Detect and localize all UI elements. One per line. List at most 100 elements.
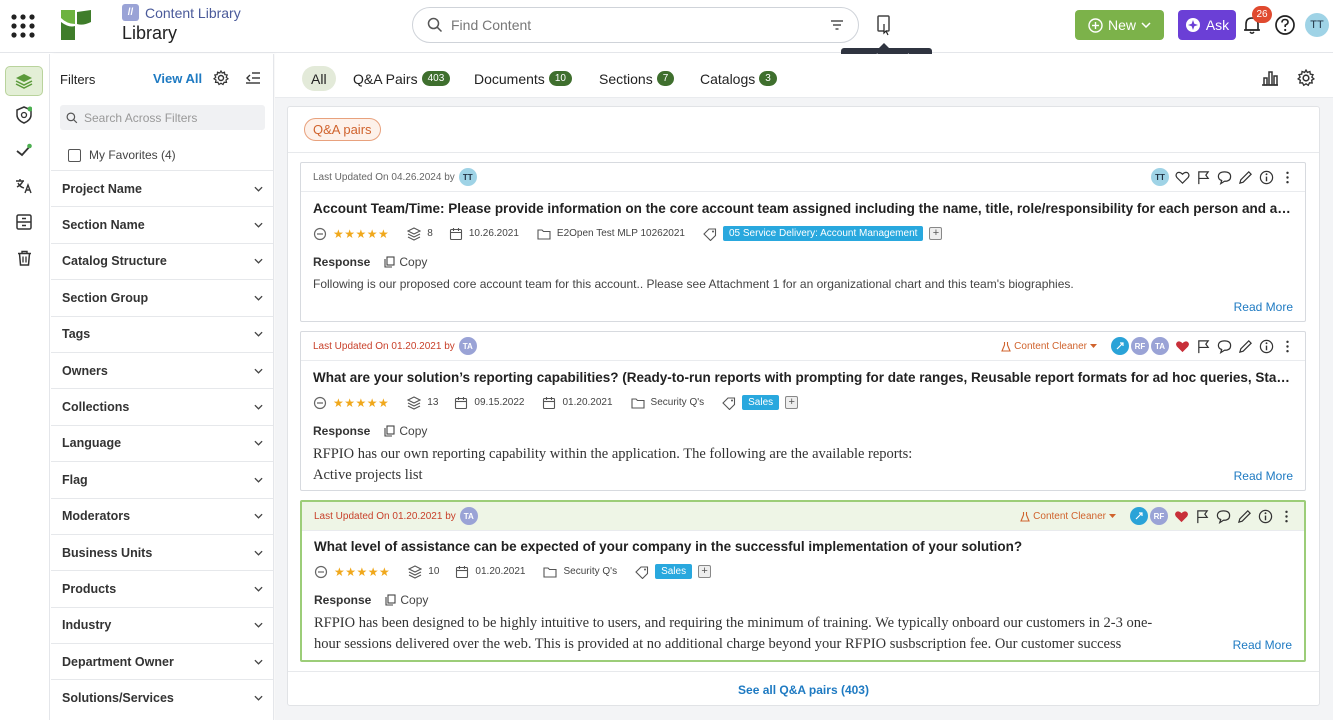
user-avatar[interactable]: TT xyxy=(1305,13,1329,37)
tab-sections[interactable]: Sections 7 xyxy=(599,66,675,91)
search-bar[interactable] xyxy=(412,7,859,43)
avatar[interactable]: TA xyxy=(1151,337,1169,355)
star-rating[interactable]: ★★★★★ xyxy=(334,565,390,579)
heart-icon[interactable] xyxy=(1175,170,1190,185)
minus-circle-icon[interactable] xyxy=(313,227,327,241)
edit-icon[interactable] xyxy=(1237,509,1252,524)
edit-icon[interactable] xyxy=(1238,339,1253,354)
tag-badge[interactable]: 05 Service Delivery: Account Management xyxy=(722,226,924,241)
tag-badge[interactable]: Sales xyxy=(655,564,693,579)
tab-all[interactable]: All xyxy=(302,66,336,91)
filter-products[interactable]: Products xyxy=(51,570,273,606)
filter-owners[interactable]: Owners xyxy=(51,351,273,388)
rail-moderation[interactable] xyxy=(5,100,43,130)
avatar[interactable]: TA xyxy=(458,337,477,355)
read-more-link[interactable]: Read More xyxy=(1234,469,1293,483)
flag-icon[interactable] xyxy=(1196,170,1211,185)
ask-button[interactable]: Ask xyxy=(1178,10,1236,40)
rail-review[interactable] xyxy=(5,135,43,165)
saved-searches-icon[interactable] xyxy=(874,14,894,36)
avatar[interactable]: RF xyxy=(1131,337,1149,355)
qa-card[interactable]: Last Updated On 01.20.2021 by TA Content … xyxy=(300,331,1306,491)
help-icon[interactable] xyxy=(1274,14,1296,36)
filter-icon[interactable] xyxy=(830,19,844,31)
minus-circle-icon[interactable] xyxy=(313,396,327,410)
avatar[interactable]: TA xyxy=(459,507,478,525)
comment-icon[interactable] xyxy=(1216,509,1231,524)
tab-documents[interactable]: Documents 10 xyxy=(474,66,572,91)
tag-badge[interactable]: Sales xyxy=(742,395,780,410)
qa-card[interactable]: Last Updated On 04.26.2024 by TT TT Accou… xyxy=(300,162,1306,322)
workflow-avatar[interactable] xyxy=(1130,507,1148,525)
filter-project-name[interactable]: Project Name xyxy=(51,170,273,206)
question-title[interactable]: What are your solution’s reporting capab… xyxy=(313,370,1293,385)
copy-button[interactable]: Copy xyxy=(384,424,427,438)
heart-filled-icon[interactable] xyxy=(1174,509,1189,524)
checkbox[interactable] xyxy=(68,148,81,162)
rail-archive[interactable] xyxy=(5,207,43,237)
filter-department-owner[interactable]: Department Owner xyxy=(51,643,273,679)
new-button[interactable]: New xyxy=(1075,10,1164,40)
info-icon[interactable] xyxy=(1258,509,1273,524)
copy-button[interactable]: Copy xyxy=(384,255,427,269)
filter-language[interactable]: Language xyxy=(51,424,273,461)
tab-qa-pairs[interactable]: Q&A Pairs 403 xyxy=(353,66,451,91)
edit-icon[interactable] xyxy=(1238,170,1253,185)
content-cleaner-dropdown[interactable]: Content Cleaner xyxy=(1001,341,1097,352)
flag-icon[interactable] xyxy=(1196,339,1211,354)
search-input[interactable] xyxy=(451,17,830,33)
filter-tags[interactable]: Tags xyxy=(51,315,273,352)
read-more-link[interactable]: Read More xyxy=(1234,300,1293,314)
more-icon[interactable] xyxy=(1279,509,1294,524)
filter-business-units[interactable]: Business Units xyxy=(51,533,273,570)
content-cleaner-dropdown[interactable]: Content Cleaner xyxy=(1020,511,1116,522)
add-tag-button[interactable]: + xyxy=(698,565,712,578)
filter-flag[interactable]: Flag xyxy=(51,461,273,497)
filter-search[interactable] xyxy=(60,105,265,130)
rail-translate[interactable] xyxy=(5,171,43,201)
collapse-panel-icon[interactable] xyxy=(245,71,261,85)
read-more-link[interactable]: Read More xyxy=(1233,638,1292,652)
filter-section-group[interactable]: Section Group xyxy=(51,279,273,315)
filter-collections[interactable]: Collections xyxy=(51,388,273,424)
question-title[interactable]: What level of assistance can be expected… xyxy=(314,539,1294,554)
gear-icon[interactable] xyxy=(1297,69,1315,87)
rail-trash[interactable] xyxy=(5,243,43,273)
more-icon[interactable] xyxy=(1280,339,1295,354)
breadcrumb[interactable]: // Content Library xyxy=(122,4,241,21)
filter-catalog-structure[interactable]: Catalog Structure xyxy=(51,242,273,279)
heart-filled-icon[interactable] xyxy=(1175,339,1190,354)
copy-button[interactable]: Copy xyxy=(385,593,428,607)
view-all-link[interactable]: View All xyxy=(153,71,202,86)
my-favorites-checkbox[interactable]: My Favorites (4) xyxy=(68,148,176,162)
add-tag-button[interactable]: + xyxy=(929,227,943,240)
avatar[interactable]: TT xyxy=(1151,168,1169,186)
question-title[interactable]: Account Team/Time: Please provide inform… xyxy=(313,201,1293,216)
filter-section-name[interactable]: Section Name xyxy=(51,206,273,242)
filter-search-input[interactable] xyxy=(84,110,259,125)
add-tag-button[interactable]: + xyxy=(785,396,799,409)
info-icon[interactable] xyxy=(1259,170,1274,185)
filter-solutions-services[interactable]: Solutions/Services xyxy=(51,679,273,715)
tab-catalogs[interactable]: Catalogs 3 xyxy=(700,66,777,91)
star-rating[interactable]: ★★★★★ xyxy=(333,227,389,241)
avatar[interactable]: RF xyxy=(1150,507,1168,525)
flag-icon[interactable] xyxy=(1195,509,1210,524)
filter-industry[interactable]: Industry xyxy=(51,606,273,643)
gear-icon[interactable] xyxy=(213,70,229,86)
comment-icon[interactable] xyxy=(1217,170,1232,185)
see-all-qa-link[interactable]: See all Q&A pairs (403) xyxy=(288,671,1319,697)
app-grid-icon[interactable] xyxy=(10,13,36,39)
qa-card-selected[interactable]: Last Updated On 01.20.2021 by TA Content … xyxy=(300,500,1306,662)
filter-moderators[interactable]: Moderators xyxy=(51,497,273,534)
rail-library[interactable] xyxy=(5,66,43,96)
info-icon[interactable] xyxy=(1259,339,1274,354)
brand-logo[interactable] xyxy=(59,8,93,42)
workflow-avatar[interactable] xyxy=(1111,337,1129,355)
comment-icon[interactable] xyxy=(1217,339,1232,354)
bar-chart-icon[interactable] xyxy=(1261,70,1279,86)
minus-circle-icon[interactable] xyxy=(314,565,328,579)
avatar[interactable]: TT xyxy=(458,168,477,186)
more-icon[interactable] xyxy=(1280,170,1295,185)
star-rating[interactable]: ★★★★★ xyxy=(333,396,389,410)
